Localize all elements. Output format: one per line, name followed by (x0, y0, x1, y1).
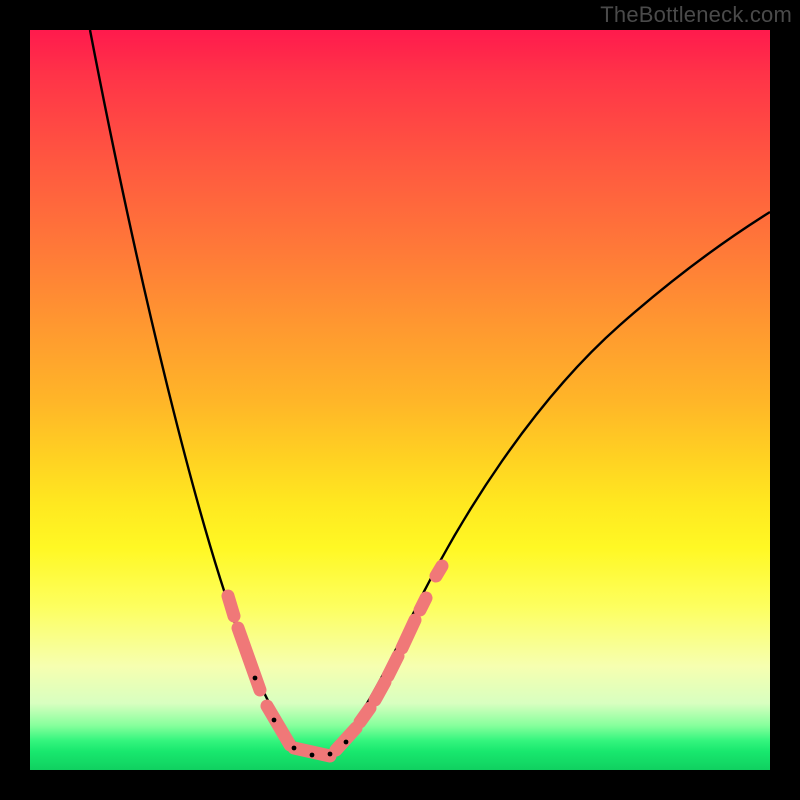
left-curve (90, 30, 305, 752)
dot (253, 676, 258, 681)
salmon-seg (436, 566, 442, 576)
salmon-seg (267, 706, 290, 745)
salmon-seg (375, 682, 385, 700)
salmon-seg (388, 656, 398, 676)
chart-svg (30, 30, 770, 770)
dot (272, 718, 277, 723)
dot (292, 746, 297, 751)
dot (328, 752, 333, 757)
chart-frame: TheBottleneck.com (0, 0, 800, 800)
right-salmon-overlay (336, 566, 442, 750)
salmon-seg (360, 708, 370, 722)
salmon-seg (402, 620, 415, 648)
left-salmon-overlay (228, 596, 330, 756)
salmon-seg (336, 728, 356, 750)
plot-area (30, 30, 770, 770)
salmon-seg (228, 596, 234, 616)
salmon-seg (420, 598, 426, 610)
dot (310, 753, 315, 758)
salmon-seg (238, 628, 260, 690)
dot (344, 740, 349, 745)
watermark-text: TheBottleneck.com (600, 2, 792, 28)
